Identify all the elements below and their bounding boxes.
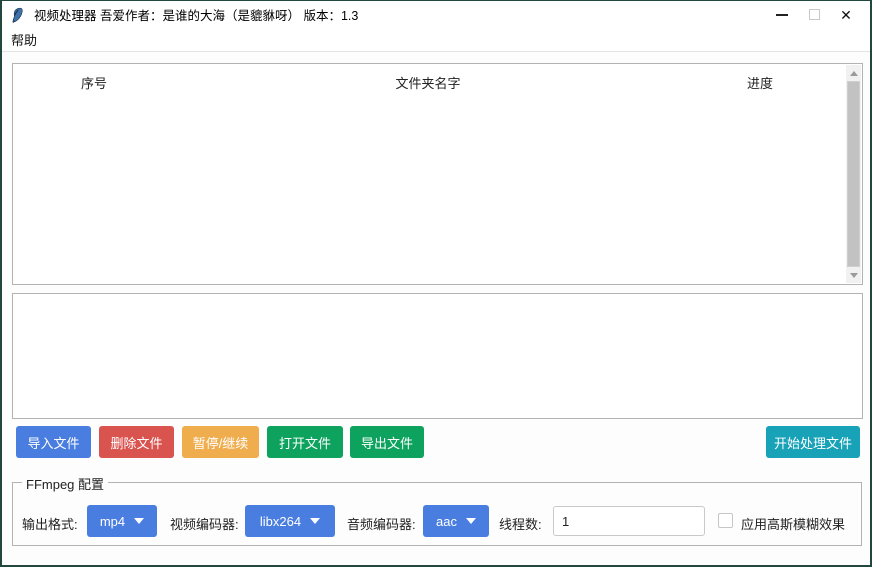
start-processing-button[interactable]: 开始处理文件 [766,426,860,458]
chevron-down-icon [466,518,476,524]
log-panel[interactable] [12,293,863,419]
video-encoder-label: 视频编码器: [170,514,239,533]
column-header-progress: 进度 [747,73,773,92]
column-header-folder-name: 文件夹名字 [395,73,460,92]
gaussian-blur-checkbox[interactable] [718,513,733,528]
delete-files-button[interactable]: 删除文件 [99,426,174,458]
scrollbar-thumb[interactable] [847,81,860,267]
scroll-up-button[interactable] [846,65,861,81]
video-encoder-dropdown[interactable]: libx264 [245,505,335,537]
feather-app-icon [10,7,26,23]
ffmpeg-config-title: FFmpeg 配置 [22,474,108,493]
maximize-button[interactable] [798,1,830,28]
close-icon: ✕ [840,8,852,22]
table-header: 序号 文件夹名字 进度 [13,64,862,92]
open-files-button[interactable]: 打开文件 [267,426,343,458]
scroll-down-button[interactable] [846,267,861,283]
table-body[interactable] [13,92,846,284]
minimize-icon [776,14,788,16]
menu-help[interactable]: 帮助 [2,28,46,51]
maximize-icon [809,9,820,20]
scroll-down-icon [850,273,858,278]
minimize-button[interactable] [766,1,798,28]
menubar: 帮助 [2,28,870,52]
window-controls: ✕ [766,1,862,28]
scroll-up-icon [850,71,858,76]
threads-input[interactable] [553,506,705,536]
table-scrollbar[interactable] [846,65,861,283]
audio-encoder-dropdown[interactable]: aac [423,505,489,537]
threads-label: 线程数: [499,514,542,533]
import-files-button[interactable]: 导入文件 [16,426,91,458]
app-window: 视频处理器 吾爱作者：是谁的大海（是貔貅呀） 版本：1.3 ✕ 帮助 序号 文件… [0,0,872,567]
video-encoder-value: libx264 [260,514,301,529]
export-files-button[interactable]: 导出文件 [350,426,424,458]
output-format-value: mp4 [100,514,125,529]
pause-resume-button[interactable]: 暂停/继续 [182,426,259,458]
chevron-down-icon [134,518,144,524]
audio-encoder-label: 音频编码器: [347,514,416,533]
audio-encoder-value: aac [436,514,457,529]
file-table-panel: 序号 文件夹名字 进度 [12,63,863,285]
output-format-dropdown[interactable]: mp4 [87,505,157,537]
titlebar: 视频处理器 吾爱作者：是谁的大海（是貔貅呀） 版本：1.3 ✕ [2,1,870,28]
window-title: 视频处理器 吾爱作者：是谁的大海（是貔貅呀） 版本：1.3 [34,5,358,24]
output-format-label: 输出格式: [22,514,78,533]
column-header-index: 序号 [81,73,107,92]
gaussian-blur-label: 应用高斯模糊效果 [741,514,845,533]
chevron-down-icon [310,518,320,524]
close-button[interactable]: ✕ [830,1,862,28]
